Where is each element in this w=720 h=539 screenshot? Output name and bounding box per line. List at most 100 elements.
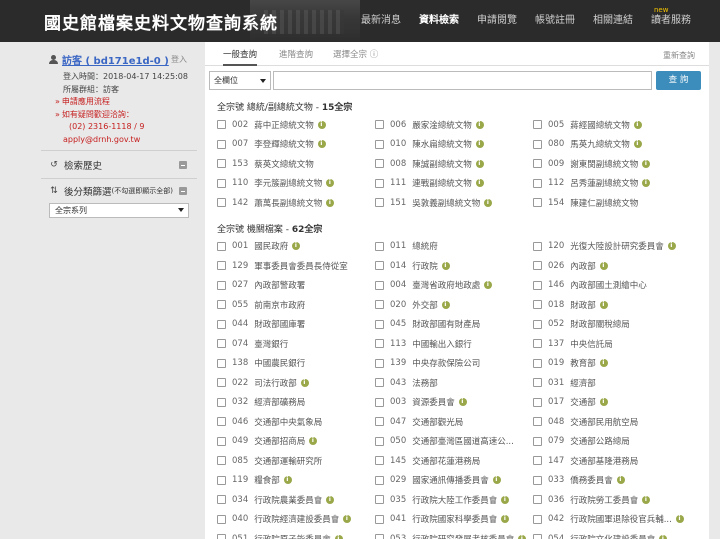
fonds-item[interactable]: 079 交通部公路總局 [533, 432, 630, 451]
fonds-checkbox[interactable] [533, 241, 542, 251]
fonds-item[interactable]: 036 行政院勞工委員會 [533, 490, 651, 509]
fonds-item[interactable]: 054 行政院文化建設委員會 [533, 529, 668, 539]
fonds-item[interactable]: 052 財政部關稅總局 [533, 315, 630, 334]
info-icon[interactable] [501, 514, 510, 523]
info-icon[interactable] [642, 178, 651, 187]
nav-item[interactable]: 相關連結 [584, 0, 642, 42]
info-icon[interactable] [599, 358, 608, 367]
search-input[interactable] [273, 71, 652, 90]
tab-select-fonds[interactable]: 選擇全宗 ⓘ [333, 42, 378, 66]
info-icon[interactable] [475, 139, 484, 148]
collapse-history-button[interactable] [179, 161, 187, 169]
history-panel-header[interactable]: ↺ 檢索歷史 [41, 151, 197, 179]
info-icon[interactable] [675, 514, 684, 523]
fonds-checkbox[interactable] [217, 436, 226, 446]
nav-item[interactable]: 資料檢索 [410, 0, 468, 42]
fonds-checkbox[interactable] [375, 456, 384, 465]
info-icon[interactable] [642, 159, 651, 168]
fonds-checkbox[interactable] [375, 198, 384, 207]
fonds-item[interactable]: 142 蕭萬長副總統文物 [217, 193, 335, 212]
fonds-item[interactable]: 031 經濟部 [533, 373, 596, 392]
fonds-checkbox[interactable] [217, 534, 226, 539]
info-icon[interactable] [475, 120, 484, 129]
site-title[interactable]: 國史館檔案史料文物查詢系統 [44, 9, 278, 34]
fonds-checkbox[interactable] [375, 280, 384, 290]
fonds-item[interactable]: 113 中國輸出入銀行 [375, 334, 472, 353]
fonds-item[interactable]: 020 外交部 [375, 295, 450, 314]
fonds-checkbox[interactable] [375, 319, 384, 329]
fonds-checkbox[interactable] [375, 397, 384, 407]
fonds-item[interactable]: 009 謝東閔副總統文物 [533, 154, 651, 173]
fonds-checkbox[interactable] [217, 378, 226, 387]
fonds-checkbox[interactable] [533, 178, 542, 188]
fonds-checkbox[interactable] [533, 280, 542, 290]
info-icon[interactable] [616, 475, 625, 484]
fonds-item[interactable]: 139 中央存款保險公司 [375, 354, 480, 373]
fonds-item[interactable]: 049 交通部招商局 [217, 432, 318, 451]
fonds-item[interactable]: 146 內政部國土測繪中心 [533, 276, 647, 295]
info-icon[interactable] [599, 300, 608, 309]
fonds-checkbox[interactable] [217, 300, 226, 309]
fonds-checkbox[interactable] [533, 378, 542, 387]
fonds-checkbox[interactable] [533, 456, 542, 465]
filter-select[interactable]: 全宗系列 [49, 203, 189, 218]
info-icon[interactable] [633, 139, 642, 148]
fonds-checkbox[interactable] [533, 514, 542, 524]
info-icon[interactable] [317, 139, 326, 148]
fonds-checkbox[interactable] [533, 120, 542, 129]
fonds-item[interactable]: 050 交通部臺灣區國道高速公... [375, 432, 514, 451]
fonds-item[interactable]: 046 交通部中央氣象局 [217, 412, 322, 431]
fonds-checkbox[interactable] [217, 261, 226, 270]
reset-search-link[interactable]: 重新查詢 [663, 50, 695, 61]
search-button[interactable]: 查 詢 [656, 71, 701, 90]
fonds-checkbox[interactable] [533, 339, 542, 348]
user-account-link[interactable]: 訪客 ( bd171e1d-0 ) [62, 52, 169, 67]
info-icon[interactable] [484, 280, 493, 289]
fonds-checkbox[interactable] [217, 514, 226, 524]
fonds-item[interactable]: 005 蔣經國總統文物 [533, 115, 642, 134]
fonds-item[interactable]: 034 行政院農業委員會 [217, 490, 335, 509]
fonds-item[interactable]: 029 國家通訊傳播委員會 [375, 471, 501, 490]
fonds-checkbox[interactable] [375, 475, 384, 485]
info-icon[interactable] [326, 198, 335, 207]
fonds-item[interactable]: 048 交通部民用航空局 [533, 412, 638, 431]
fonds-item[interactable]: 018 財政部 [533, 295, 608, 314]
fonds-item[interactable]: 044 財政部國庫署 [217, 315, 305, 334]
fonds-item[interactable]: 112 呂秀蓮副總統文物 [533, 174, 651, 193]
fonds-checkbox[interactable] [533, 358, 542, 368]
fonds-checkbox[interactable] [217, 495, 226, 504]
fonds-item[interactable]: 053 行政院研究發展考核委員會 [375, 529, 527, 539]
fonds-item[interactable]: 007 李登輝總統文物 [217, 135, 326, 154]
info-icon[interactable] [283, 475, 292, 484]
fonds-item[interactable]: 055 前南京市政府 [217, 295, 305, 314]
fonds-item[interactable]: 004 臺灣省政府地政處 [375, 276, 493, 295]
fonds-checkbox[interactable] [375, 178, 384, 188]
fonds-item[interactable]: 006 嚴家淦總統文物 [375, 115, 484, 134]
fonds-checkbox[interactable] [217, 159, 226, 168]
fonds-checkbox[interactable] [217, 417, 226, 426]
fonds-item[interactable]: 138 中國農民銀行 [217, 354, 305, 373]
fonds-checkbox[interactable] [533, 436, 542, 446]
fonds-item[interactable]: 019 教育部 [533, 354, 608, 373]
info-icon[interactable] [441, 261, 450, 270]
fonds-checkbox[interactable] [217, 339, 226, 348]
fonds-checkbox[interactable] [217, 241, 226, 251]
info-icon[interactable] [441, 300, 450, 309]
fonds-item[interactable]: 153 蔡英文總統文物 [217, 154, 314, 173]
fonds-item[interactable]: 014 行政院 [375, 256, 450, 275]
fonds-item[interactable]: 043 法務部 [375, 373, 438, 392]
fonds-checkbox[interactable] [375, 120, 384, 129]
fonds-checkbox[interactable] [375, 534, 384, 539]
info-icon[interactable] [633, 120, 642, 129]
fonds-checkbox[interactable] [217, 178, 226, 188]
fonds-item[interactable]: 111 連戰副總統文物 [375, 174, 484, 193]
fonds-item[interactable]: 035 行政院大陸工作委員會 [375, 490, 510, 509]
fonds-item[interactable]: 074 臺灣銀行 [217, 334, 288, 353]
fonds-item[interactable]: 040 行政院經濟建設委員會 [217, 510, 352, 529]
apply-flow-link[interactable]: 申請應用流程 [62, 97, 110, 106]
fonds-checkbox[interactable] [533, 198, 542, 207]
fonds-item[interactable]: 033 僑務委員會 [533, 471, 625, 490]
filter-panel-header[interactable]: ⇅ 後分類篩選 (不勾選即顯示全部) [41, 179, 197, 203]
info-icon[interactable] [326, 495, 335, 504]
fonds-checkbox[interactable] [533, 300, 542, 309]
